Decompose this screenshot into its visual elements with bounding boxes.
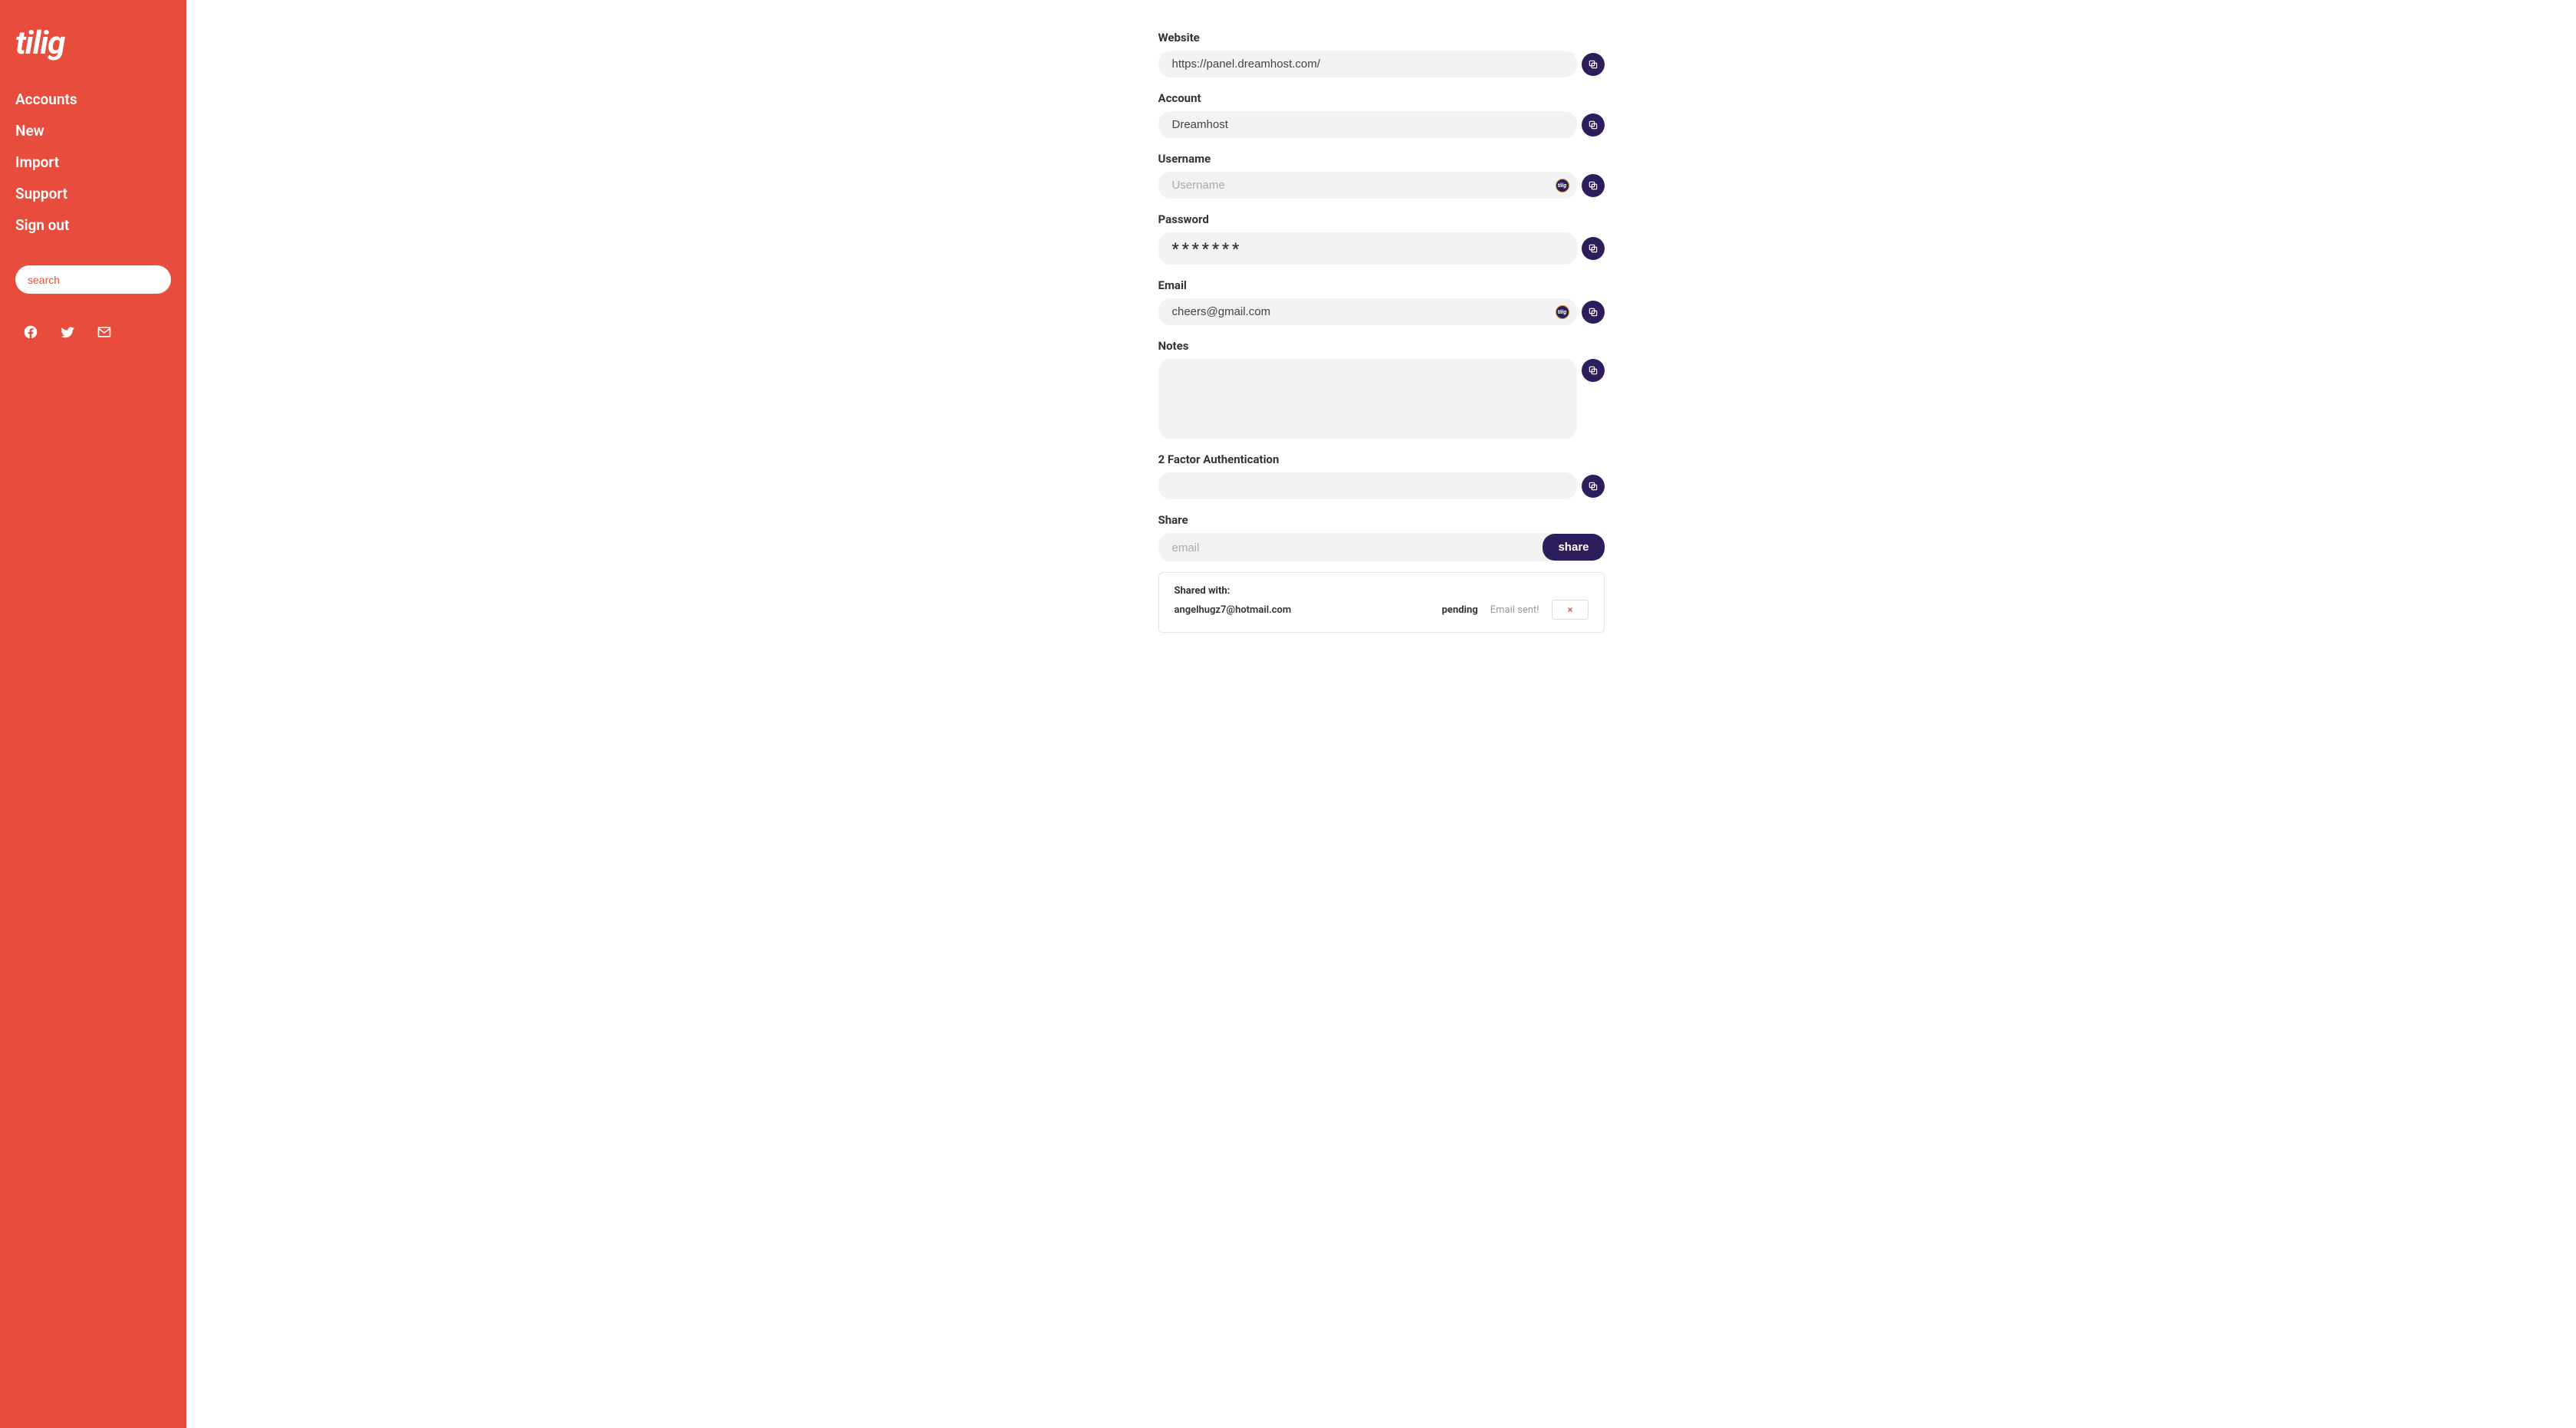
remove-share-button[interactable] bbox=[1552, 600, 1589, 620]
password-value: ******* bbox=[1172, 239, 1243, 258]
search-box[interactable] bbox=[15, 265, 171, 294]
password-label: Password bbox=[1158, 212, 1605, 226]
account-input[interactable] bbox=[1172, 118, 1563, 131]
sidebar-item-new[interactable]: New bbox=[15, 115, 171, 146]
sidebar-item-signout[interactable]: Sign out bbox=[15, 209, 171, 241]
username-input[interactable] bbox=[1172, 179, 1563, 192]
notes-input[interactable] bbox=[1172, 370, 1563, 428]
copy-username-button[interactable] bbox=[1582, 174, 1605, 197]
email-field[interactable]: tilig bbox=[1158, 298, 1577, 325]
shared-with-box: Shared with: angelhugz7@hotmail.com pend… bbox=[1158, 572, 1605, 633]
copy-icon bbox=[1588, 180, 1598, 191]
main-content: Website Account Userna bbox=[186, 0, 2576, 1428]
notes-label: Notes bbox=[1158, 339, 1605, 353]
copy-icon bbox=[1588, 481, 1598, 492]
copy-icon bbox=[1588, 307, 1598, 318]
twitter-icon[interactable] bbox=[60, 324, 75, 340]
share-input[interactable] bbox=[1172, 541, 1542, 554]
shared-message: Email sent! bbox=[1490, 604, 1539, 616]
search-input[interactable] bbox=[28, 274, 159, 286]
shared-status: pending bbox=[1442, 604, 1478, 616]
facebook-icon[interactable] bbox=[23, 324, 38, 340]
social-links bbox=[15, 324, 171, 340]
twofa-field[interactable] bbox=[1158, 472, 1577, 499]
copy-notes-button[interactable] bbox=[1582, 359, 1605, 382]
copy-account-button[interactable] bbox=[1582, 114, 1605, 137]
notes-field[interactable] bbox=[1158, 359, 1577, 439]
password-field[interactable]: ******* bbox=[1158, 232, 1577, 265]
tilig-badge-icon[interactable]: tilig bbox=[1556, 305, 1569, 319]
copy-password-button[interactable] bbox=[1582, 237, 1605, 260]
email-input[interactable] bbox=[1172, 305, 1563, 318]
website-field[interactable] bbox=[1158, 51, 1577, 77]
shared-row: angelhugz7@hotmail.com pending Email sen… bbox=[1175, 600, 1589, 620]
sidebar-item-import[interactable]: Import bbox=[15, 146, 171, 178]
copy-email-button[interactable] bbox=[1582, 301, 1605, 324]
close-icon bbox=[1566, 606, 1574, 614]
account-field[interactable] bbox=[1158, 111, 1577, 138]
email-icon[interactable] bbox=[97, 324, 112, 340]
sidebar-item-accounts[interactable]: Accounts bbox=[15, 84, 171, 115]
share-label: Share bbox=[1158, 513, 1605, 527]
sidebar-nav: Accounts New Import Support Sign out bbox=[15, 84, 171, 241]
website-label: Website bbox=[1158, 31, 1605, 44]
account-label: Account bbox=[1158, 91, 1605, 105]
brand-logo: tilig bbox=[15, 25, 171, 62]
copy-icon bbox=[1588, 59, 1598, 70]
tilig-badge-icon[interactable]: tilig bbox=[1556, 179, 1569, 192]
share-button[interactable]: share bbox=[1543, 534, 1604, 561]
twofa-label: 2 Factor Authentication bbox=[1158, 452, 1605, 466]
twofa-input[interactable] bbox=[1172, 479, 1563, 492]
copy-website-button[interactable] bbox=[1582, 53, 1605, 76]
website-input[interactable] bbox=[1172, 58, 1563, 71]
sidebar: tilig Accounts New Import Support Sign o… bbox=[0, 0, 186, 1428]
share-field[interactable] bbox=[1158, 533, 1556, 561]
copy-icon bbox=[1588, 365, 1598, 376]
copy-twofa-button[interactable] bbox=[1582, 475, 1605, 498]
shared-with-title: Shared with: bbox=[1175, 585, 1589, 597]
shared-email: angelhugz7@hotmail.com bbox=[1175, 604, 1292, 616]
username-label: Username bbox=[1158, 152, 1605, 166]
username-field[interactable]: tilig bbox=[1158, 172, 1577, 199]
account-form: Website Account Userna bbox=[1158, 31, 1605, 1397]
sidebar-item-support[interactable]: Support bbox=[15, 178, 171, 209]
email-label: Email bbox=[1158, 278, 1605, 292]
copy-icon bbox=[1588, 120, 1598, 130]
copy-icon bbox=[1588, 243, 1598, 254]
